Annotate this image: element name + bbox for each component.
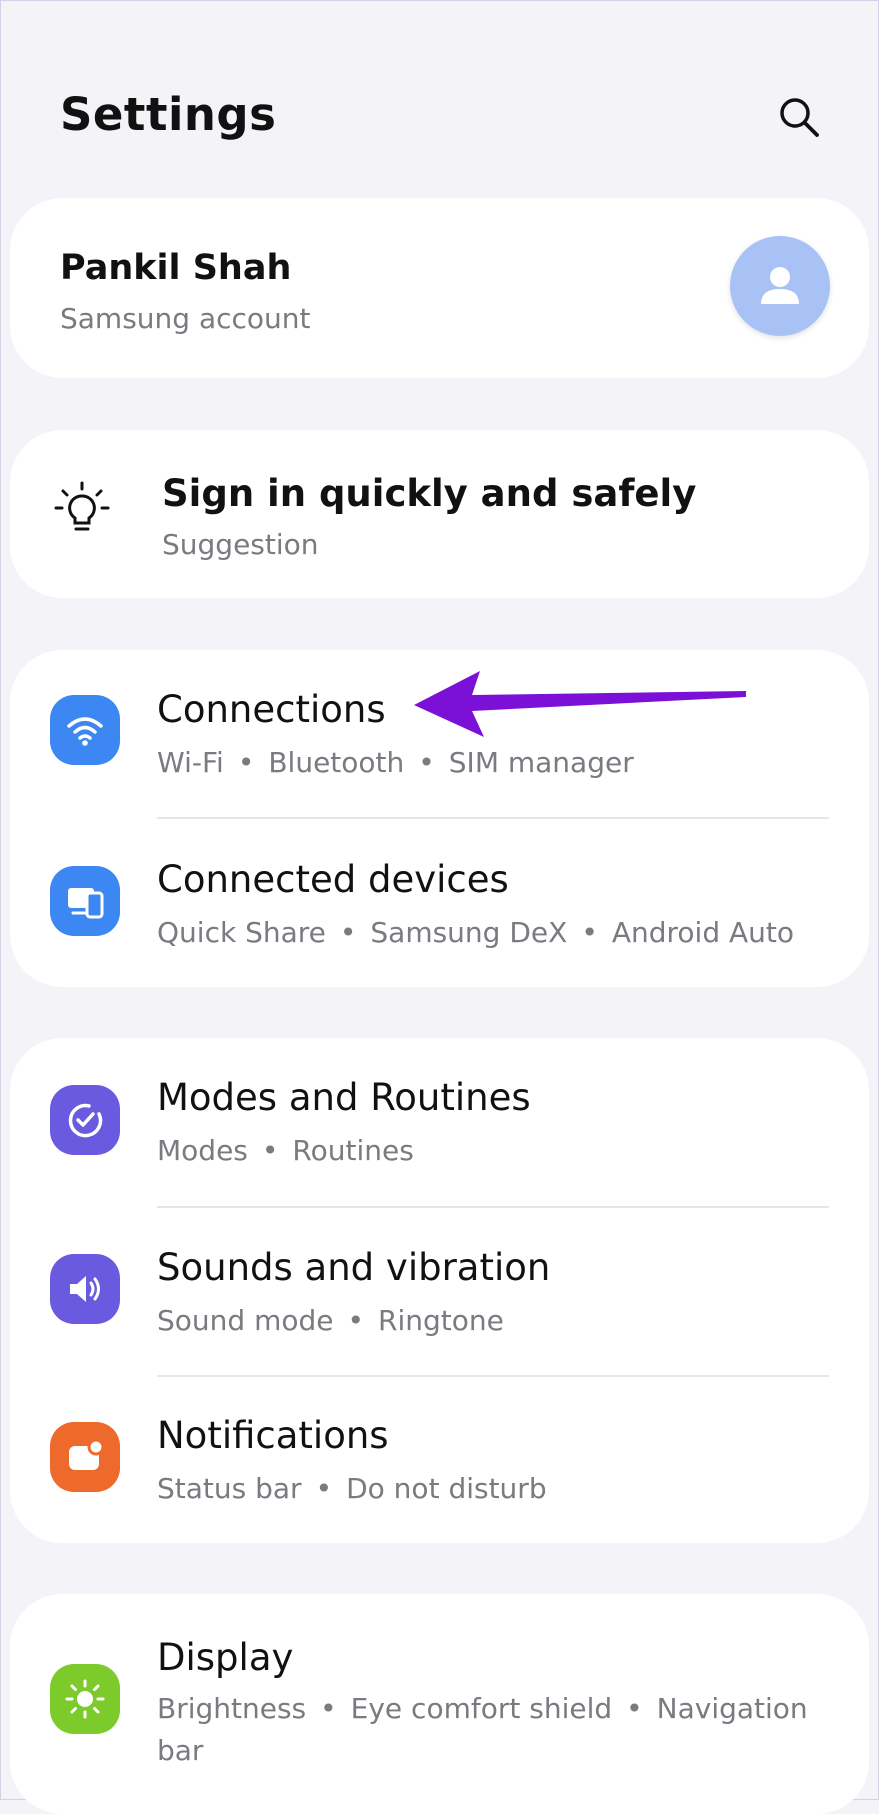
person-icon <box>761 267 799 304</box>
suggestion-title: Sign in quickly and safely <box>162 472 697 515</box>
subtitle-part: Samsung DeX <box>370 916 568 949</box>
item-title: Connected devices <box>157 858 509 901</box>
subtitle-part: Wi-Fi <box>157 746 224 779</box>
settings-item-notifications[interactable]: Notifications Status bar • Do not disturb <box>10 1376 869 1543</box>
settings-item-connected-devices[interactable]: Connected devices Quick Share • Samsung De… <box>10 820 869 987</box>
divider <box>157 817 829 819</box>
page-title: Settings <box>60 88 277 141</box>
notifications-icon-badge <box>50 1422 120 1492</box>
brightness-icon-badge <box>50 1664 120 1734</box>
item-subtitle: Status bar • Do not disturb <box>157 1472 547 1505</box>
item-title: Sounds and vibration <box>157 1246 551 1289</box>
settings-item-display[interactable]: Display Brightness • Eye comfort shield • Na… <box>10 1594 869 1800</box>
notifications-icon <box>69 1438 105 1470</box>
item-title: Notifications <box>157 1414 389 1457</box>
item-title: Modes and Routines <box>157 1076 531 1119</box>
search-icon <box>780 98 819 137</box>
account-name: Pankil Shah <box>60 248 292 288</box>
display-card: Display Brightness • Eye comfort shield • Na… <box>10 1594 869 1814</box>
subtitle-part: Quick Share <box>157 916 326 949</box>
wifi-icon-badge <box>50 695 120 765</box>
subtitle-part: Bluetooth <box>268 746 405 779</box>
item-subtitle: Quick Share • Samsung DeX • Android Auto <box>157 916 795 949</box>
suggestion-card[interactable]: Sign in quickly and safely Suggestion <box>10 430 869 598</box>
subtitle-part: Modes <box>157 1134 248 1167</box>
modes-routines-icon <box>68 1103 103 1138</box>
settings-item-modes-and-routines[interactable]: Modes and Routines Modes • Routines <box>10 1038 869 1208</box>
speaker-icon-badge <box>50 1254 120 1324</box>
modes-card: Modes and Routines Modes • Routines Sounds… <box>10 1038 869 1543</box>
modes-routines-icon-badge <box>50 1085 120 1155</box>
subtitle-part: Routines <box>292 1134 414 1167</box>
subtitle-part: Brightness <box>157 1692 307 1725</box>
header: Settings <box>0 0 879 190</box>
connected-devices-icon <box>68 888 104 919</box>
subtitle-part: Do not disturb <box>346 1472 547 1505</box>
brightness-icon <box>65 1679 105 1719</box>
item-subtitle: Modes • Routines <box>157 1134 414 1167</box>
lightbulb-icon <box>54 481 110 531</box>
search-button[interactable] <box>772 90 826 144</box>
suggestion-subtitle: Suggestion <box>162 528 319 561</box>
subtitle-part: Eye comfort shield <box>350 1692 613 1725</box>
account-card[interactable]: Pankil Shah Samsung account <box>10 198 869 378</box>
subtitle-part: Android Auto <box>611 916 795 949</box>
connected-devices-icon-badge <box>50 866 120 936</box>
annotation-arrow-icon <box>414 671 746 737</box>
account-subtitle: Samsung account <box>60 302 311 335</box>
subtitle-part: Sound mode <box>157 1304 334 1337</box>
subtitle-part: SIM manager <box>448 746 634 779</box>
item-title: Display <box>157 1636 294 1679</box>
item-subtitle: Sound mode • Ringtone <box>157 1304 504 1337</box>
speaker-icon <box>70 1276 100 1302</box>
avatar[interactable] <box>730 236 830 336</box>
subtitle-part: Ringtone <box>378 1304 504 1337</box>
settings-item-sounds-and-vibration[interactable]: Sounds and vibration Sound mode • Ringtone <box>10 1208 869 1376</box>
subtitle-part: Status bar <box>157 1472 302 1505</box>
item-subtitle: Wi-Fi • Bluetooth • SIM manager <box>157 746 634 779</box>
wifi-icon <box>67 717 103 746</box>
item-subtitle: Brightness • Eye comfort shield • Navigation… <box>157 1692 808 1767</box>
item-title: Connections <box>157 688 386 731</box>
